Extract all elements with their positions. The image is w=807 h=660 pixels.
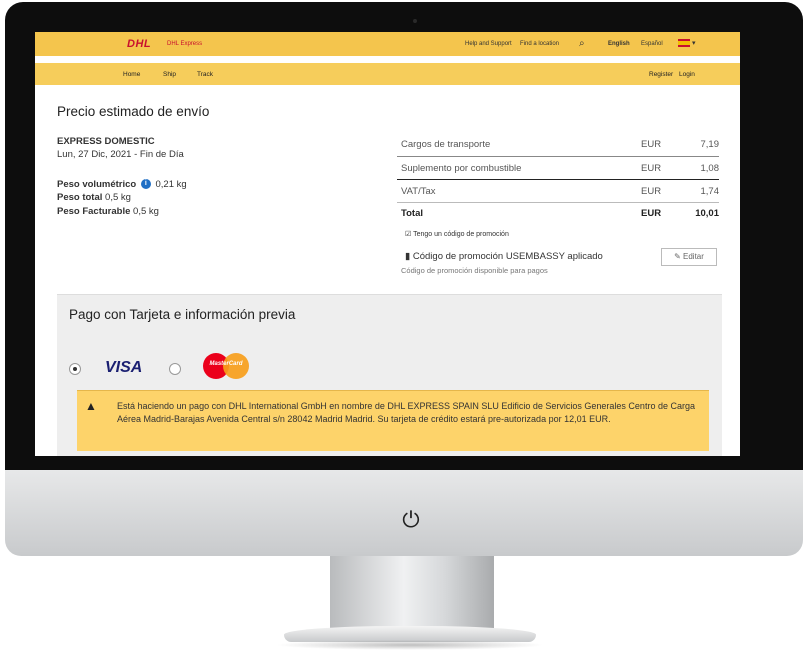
main-nav: Home Ship Track Register Login	[35, 63, 740, 85]
divider	[397, 156, 719, 157]
payment-title: Pago con Tarjeta e información previa	[69, 307, 296, 322]
login-link[interactable]: Login	[679, 71, 695, 78]
promo-checkbox-label: Tengo un código de promoción	[413, 231, 509, 238]
chevron-down-icon[interactable]: ▾	[692, 39, 696, 47]
promo-applied-text: Código de promoción USEMBASSY aplicado	[412, 251, 603, 262]
nav-ship[interactable]: Ship	[163, 71, 176, 78]
lang-espanol[interactable]: Español	[641, 41, 663, 47]
warning-text: Está haciendo un pago con DHL Internatio…	[117, 401, 695, 424]
warning-banner: ▲ Está haciendo un pago con DHL Internat…	[77, 390, 709, 451]
promo-checkbox-row[interactable]: ☑ Tengo un código de promoción	[405, 230, 509, 238]
billable-weight-label: Peso Facturable	[57, 206, 131, 217]
help-link[interactable]: Help and Support	[465, 41, 512, 47]
cost-label: VAT/Tax	[401, 186, 436, 197]
total-value: 10,01	[695, 208, 719, 219]
search-icon[interactable]: ⌕	[579, 38, 585, 49]
brand-label: DHL Express	[167, 41, 203, 47]
nav-track[interactable]: Track	[197, 71, 213, 78]
delivery-date: Lun, 27 Dic, 2021 - Fin de Día	[57, 149, 184, 160]
info-icon[interactable]: i	[140, 179, 151, 190]
divider	[397, 179, 719, 180]
total-weight-value: 0,5 kg	[105, 192, 131, 203]
total-label: Total	[401, 208, 423, 219]
volumetric-weight-label: Peso volumétrico	[57, 179, 137, 190]
lang-english[interactable]: English	[608, 41, 630, 47]
bookmark-icon: ▮	[405, 251, 411, 262]
register-link[interactable]: Register	[649, 71, 673, 78]
promo-note: Código de promoción disponible para pago…	[401, 266, 548, 275]
volumetric-weight: Peso volumétrico i 0,21 kg	[57, 179, 187, 190]
warning-icon: ▲	[85, 399, 97, 413]
camera-icon	[413, 19, 417, 23]
page-title: Precio estimado de envío	[57, 104, 210, 119]
stand-shadow	[275, 640, 545, 650]
checkbox-checked-icon[interactable]: ☑	[405, 231, 411, 238]
cost-value: 7,19	[700, 139, 720, 150]
cost-currency: EUR	[641, 163, 662, 174]
edit-promo-button[interactable]: ✎ Editar	[661, 248, 717, 266]
promo-applied: ▮ Código de promoción USEMBASSY aplicado	[405, 251, 603, 262]
visa-logo[interactable]: VISA	[105, 359, 142, 377]
cost-currency: EUR	[641, 139, 662, 150]
edit-label: Editar	[683, 252, 704, 261]
mastercard-label: MasterCard	[209, 361, 243, 367]
nav-home[interactable]: Home	[123, 71, 140, 78]
mastercard-radio[interactable]	[169, 363, 181, 375]
cost-label: Cargos de transporte	[401, 139, 491, 150]
top-header: DHL DHL Express Help and Support Find a …	[35, 32, 740, 56]
total-currency: EUR	[641, 208, 662, 219]
total-weight-label: Peso total	[57, 192, 103, 203]
dhl-logo[interactable]: DHL	[127, 38, 151, 50]
monitor-neck	[330, 556, 494, 628]
power-icon[interactable]: ⏻	[398, 507, 424, 533]
payment-panel: Pago con Tarjeta e información previa VI…	[57, 294, 722, 456]
cost-label: Suplemento por combustible	[401, 163, 522, 174]
service-name: EXPRESS DOMESTIC	[57, 136, 155, 147]
find-location-link[interactable]: Find a location	[520, 41, 559, 47]
billable-weight-value: 0,5 kg	[133, 206, 159, 217]
billable-weight: Peso Facturable 0,5 kg	[57, 206, 159, 217]
cost-value: 1,08	[700, 163, 720, 174]
divider	[397, 202, 719, 203]
volumetric-weight-value: 0,21 kg	[155, 179, 187, 190]
browser-screen: DHL DHL Express Help and Support Find a …	[35, 32, 740, 456]
cost-value: 1,74	[700, 186, 720, 197]
cost-currency: EUR	[641, 186, 662, 197]
total-weight: Peso total 0,5 kg	[57, 192, 131, 203]
visa-radio[interactable]	[69, 363, 81, 375]
spain-flag-icon[interactable]	[678, 39, 690, 47]
pencil-icon: ✎	[674, 252, 681, 261]
mastercard-logo[interactable]: MasterCard	[203, 353, 253, 379]
